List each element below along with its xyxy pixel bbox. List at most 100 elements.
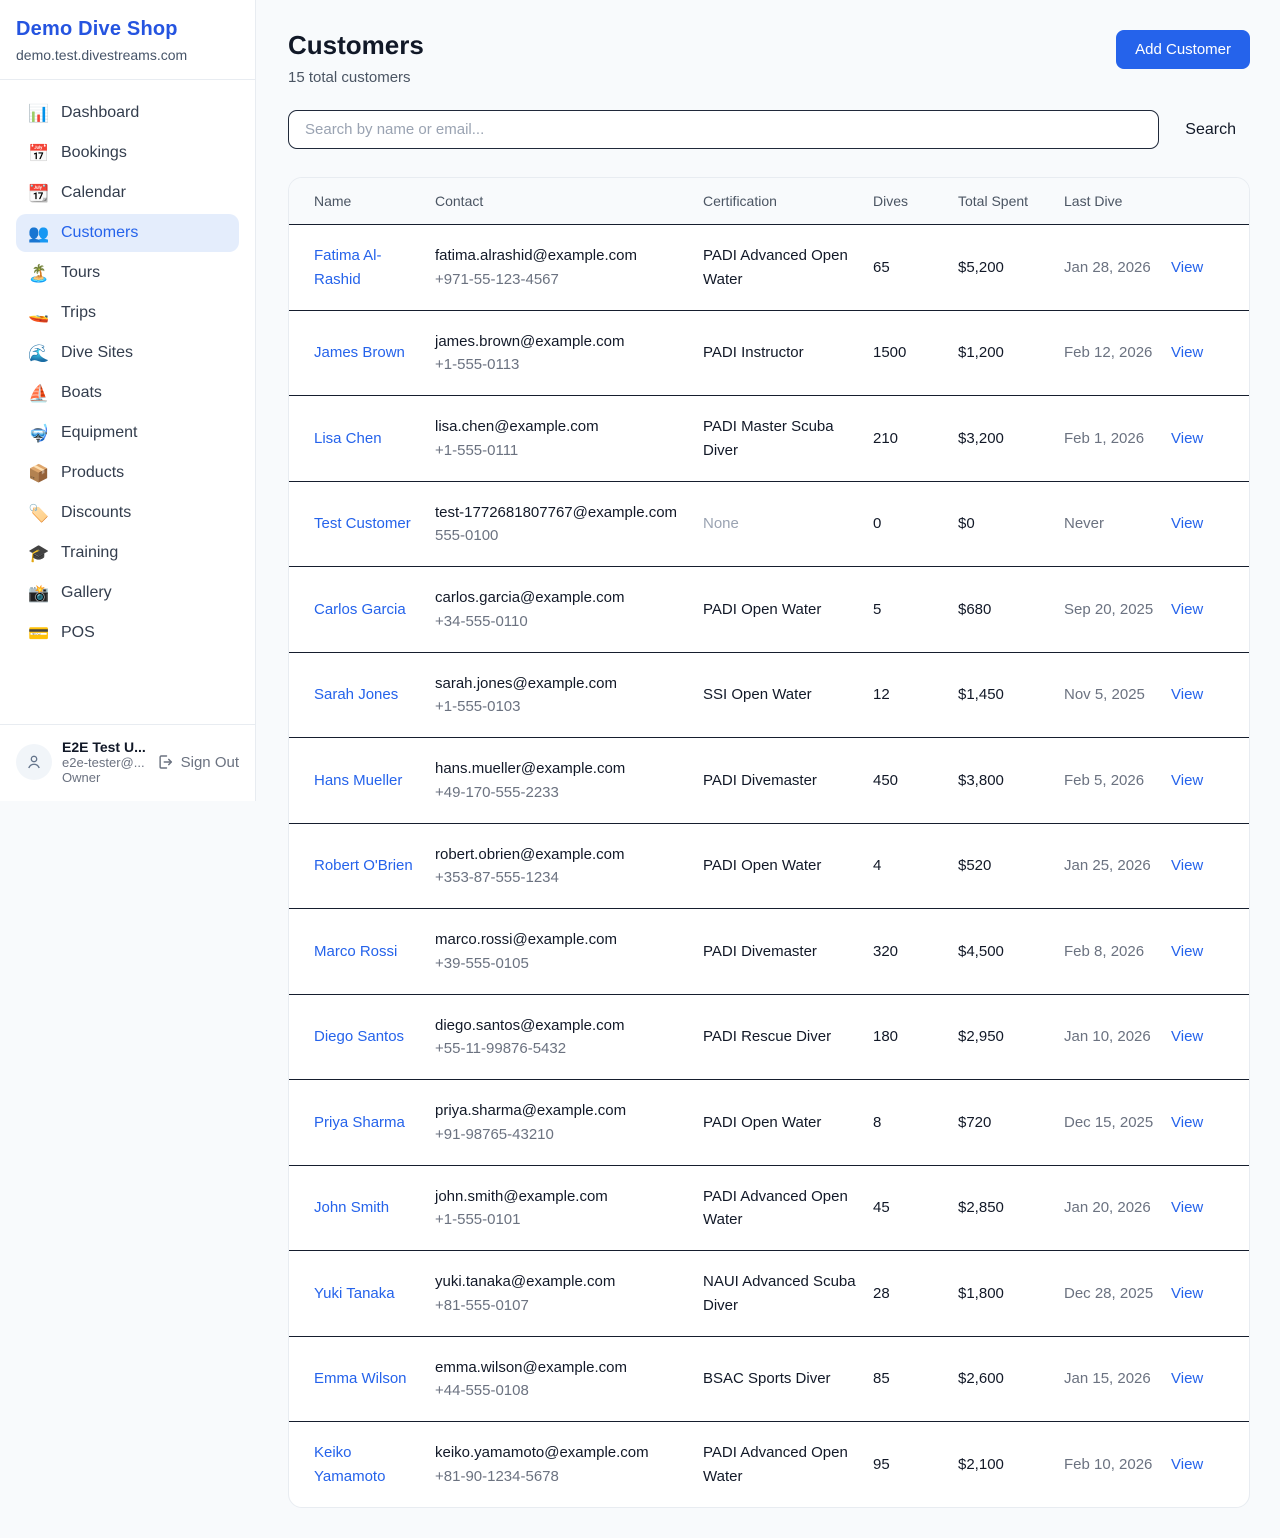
customer-certification: PADI Open Water: [703, 857, 821, 874]
col-header-dives: Dives: [873, 178, 958, 225]
customer-certification: PADI Rescue Diver: [703, 1028, 831, 1045]
view-customer-link[interactable]: View: [1171, 515, 1203, 532]
customer-name-link[interactable]: Marco Rossi: [314, 943, 397, 960]
sidebar-item-training[interactable]: 🎓Training: [16, 534, 239, 572]
customer-phone: +55-11-99876-5432: [435, 1037, 689, 1060]
sidebar-nav: 📊Dashboard📅Bookings📆Calendar👥Customers🏝️…: [0, 80, 255, 724]
table-row: Robert O'Brienrobert.obrien@example.com+…: [289, 823, 1249, 909]
island-icon: 🏝️: [28, 265, 48, 282]
sidebar-item-label: Products: [61, 464, 124, 482]
view-customer-link[interactable]: View: [1171, 1285, 1203, 1302]
customer-email: hans.mueller@example.com: [435, 757, 689, 780]
customer-email: emma.wilson@example.com: [435, 1356, 689, 1379]
col-header-actions: [1171, 178, 1249, 225]
customer-phone: +1-555-0113: [435, 353, 689, 376]
customer-certification: SSI Open Water: [703, 686, 812, 703]
sailboat-icon: ⛵: [28, 385, 48, 402]
table-row: Priya Sharmapriya.sharma@example.com+91-…: [289, 1080, 1249, 1166]
table-row: Lisa Chenlisa.chen@example.com+1-555-011…: [289, 396, 1249, 482]
customer-name-link[interactable]: Hans Mueller: [314, 772, 402, 789]
customer-dives: 8: [873, 1114, 881, 1131]
sidebar-item-dashboard[interactable]: 📊Dashboard: [16, 94, 239, 132]
customer-name-link[interactable]: Diego Santos: [314, 1028, 404, 1045]
sidebar-item-equipment[interactable]: 🤿Equipment: [16, 414, 239, 452]
customer-name-link[interactable]: Yuki Tanaka: [314, 1285, 395, 1302]
sidebar-item-dive-sites[interactable]: 🌊Dive Sites: [16, 334, 239, 372]
page-title: Customers: [288, 30, 424, 61]
customer-name-link[interactable]: Keiko Yamamoto: [314, 1444, 385, 1484]
customer-name-link[interactable]: Priya Sharma: [314, 1114, 405, 1131]
customer-total-spent: $3,800: [958, 772, 1004, 789]
tear-off-calendar-icon: 📆: [28, 185, 48, 202]
view-customer-link[interactable]: View: [1171, 259, 1203, 276]
view-customer-link[interactable]: View: [1171, 1199, 1203, 1216]
sidebar-item-boats[interactable]: ⛵Boats: [16, 374, 239, 412]
package-icon: 📦: [28, 465, 48, 482]
page-header-text: Customers 15 total customers: [288, 30, 424, 86]
view-customer-link[interactable]: View: [1171, 1114, 1203, 1131]
sidebar-item-products[interactable]: 📦 Products: [16, 454, 239, 492]
customer-last-dive: Dec 15, 2025: [1064, 1114, 1153, 1131]
view-customer-link[interactable]: View: [1171, 1370, 1203, 1387]
customer-certification: None: [703, 515, 739, 532]
customer-name-link[interactable]: Sarah Jones: [314, 686, 398, 703]
customer-dives: 45: [873, 1199, 890, 1216]
sidebar-item-bookings[interactable]: 📅Bookings: [16, 134, 239, 172]
view-customer-link[interactable]: View: [1171, 601, 1203, 618]
view-customer-link[interactable]: View: [1171, 1456, 1203, 1473]
sidebar-item-tours[interactable]: 🏝️Tours: [16, 254, 239, 292]
customer-email: fatima.alrashid@example.com: [435, 244, 689, 267]
customer-phone: +91-98765-43210: [435, 1123, 689, 1146]
customer-last-dive: Feb 1, 2026: [1064, 430, 1144, 447]
sidebar-item-label: Calendar: [61, 184, 126, 202]
user-info: E2E Test U... e2e-tester@... Owner: [62, 739, 146, 785]
customer-dives: 320: [873, 943, 898, 960]
customer-name-link[interactable]: Fatima Al-Rashid: [314, 247, 382, 287]
customer-name-link[interactable]: John Smith: [314, 1199, 389, 1216]
customer-dives: 180: [873, 1028, 898, 1045]
sidebar-item-pos[interactable]: 💳POS: [16, 614, 239, 652]
customer-last-dive: Sep 20, 2025: [1064, 601, 1153, 618]
sidebar-item-label: POS: [61, 624, 95, 642]
sidebar-user-section: E2E Test U... e2e-tester@... Owner Sign …: [0, 724, 255, 801]
view-customer-link[interactable]: View: [1171, 344, 1203, 361]
customer-total-spent: $2,600: [958, 1370, 1004, 1387]
search-button[interactable]: Search: [1185, 121, 1236, 139]
customer-dives: 4: [873, 857, 881, 874]
view-customer-link[interactable]: View: [1171, 943, 1203, 960]
customer-email: keiko.yamamoto@example.com: [435, 1441, 689, 1464]
view-customer-link[interactable]: View: [1171, 857, 1203, 874]
customer-name-link[interactable]: Robert O'Brien: [314, 857, 413, 874]
customer-last-dive: Feb 8, 2026: [1064, 943, 1144, 960]
customer-total-spent: $2,950: [958, 1028, 1004, 1045]
sidebar-item-customers[interactable]: 👥Customers: [16, 214, 239, 252]
view-customer-link[interactable]: View: [1171, 772, 1203, 789]
sidebar-item-calendar[interactable]: 📆 Calendar: [16, 174, 239, 212]
customers-table-card: Name Contact Certification Dives Total S…: [288, 177, 1250, 1508]
view-customer-link[interactable]: View: [1171, 686, 1203, 703]
sidebar-item-trips[interactable]: 🚤Trips: [16, 294, 239, 332]
sidebar-item-label: Dashboard: [61, 104, 139, 122]
customer-name-link[interactable]: Carlos Garcia: [314, 601, 406, 618]
view-customer-link[interactable]: View: [1171, 430, 1203, 447]
customer-count: 15 total customers: [288, 69, 424, 86]
sidebar-item-gallery[interactable]: 📸Gallery: [16, 574, 239, 612]
table-row: Marco Rossimarco.rossi@example.com+39-55…: [289, 909, 1249, 995]
customer-email: yuki.tanaka@example.com: [435, 1270, 689, 1293]
customer-certification: PADI Advanced Open Water: [703, 1188, 848, 1228]
sidebar-item-discounts[interactable]: 🏷️Discounts: [16, 494, 239, 532]
sign-out-button[interactable]: Sign Out: [156, 753, 239, 771]
sign-out-label: Sign Out: [181, 754, 239, 771]
customer-phone: +81-555-0107: [435, 1294, 689, 1317]
customer-name-link[interactable]: James Brown: [314, 344, 405, 361]
customer-name-link[interactable]: Test Customer: [314, 515, 411, 532]
customer-total-spent: $3,200: [958, 430, 1004, 447]
search-input[interactable]: [288, 110, 1159, 149]
customer-name-link[interactable]: Emma Wilson: [314, 1370, 407, 1387]
view-customer-link[interactable]: View: [1171, 1028, 1203, 1045]
customer-name-link[interactable]: Lisa Chen: [314, 430, 382, 447]
customer-phone: +971-55-123-4567: [435, 268, 689, 291]
main-content: Customers 15 total customers Add Custome…: [256, 0, 1280, 1538]
add-customer-button[interactable]: Add Customer: [1116, 30, 1250, 69]
customer-dives: 5: [873, 601, 881, 618]
